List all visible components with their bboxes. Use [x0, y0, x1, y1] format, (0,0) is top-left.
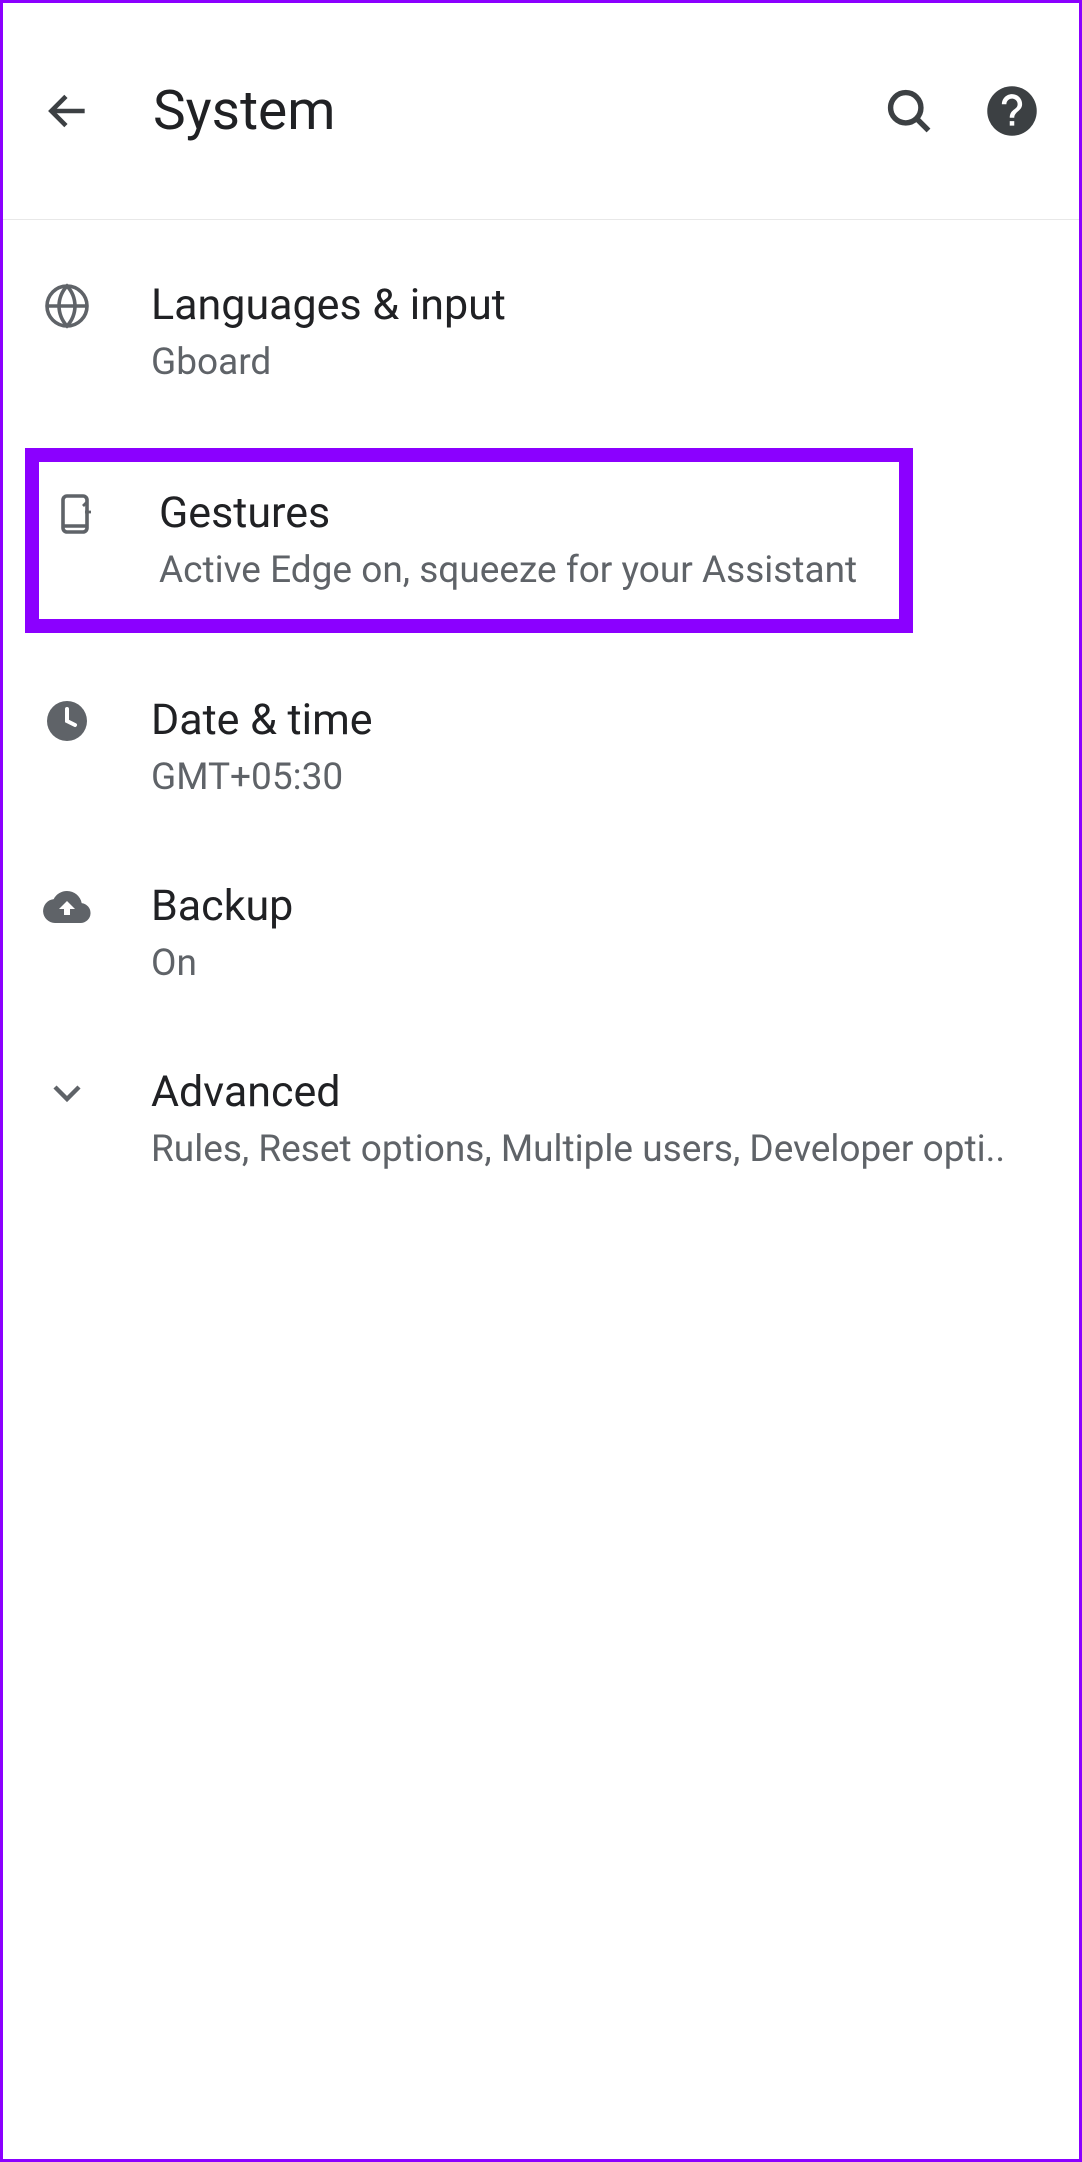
clock-icon	[43, 697, 91, 745]
chevron-down-icon	[43, 1069, 91, 1117]
globe-icon	[43, 282, 91, 330]
item-subtitle: On	[151, 937, 1039, 991]
phone-gesture-icon	[51, 490, 99, 538]
header-actions	[883, 84, 1039, 138]
item-title: Languages & input	[151, 276, 1039, 334]
list-item-languages[interactable]: Languages & input Gboard	[3, 240, 1079, 426]
item-title: Gestures	[159, 484, 887, 542]
item-subtitle: Gboard	[151, 336, 1039, 390]
item-subtitle: Active Edge on, squeeze for your Assista…	[159, 544, 887, 598]
list-item-backup[interactable]: Backup On	[3, 841, 1079, 1027]
item-subtitle: GMT+05:30	[151, 751, 1039, 805]
list-item-gestures[interactable]: Gestures Active Edge on, squeeze for you…	[25, 448, 913, 634]
list-item-advanced[interactable]: Advanced Rules, Reset options, Multiple …	[3, 1027, 1079, 1213]
item-title: Advanced	[151, 1063, 1039, 1121]
cloud-upload-icon	[43, 883, 91, 931]
help-icon[interactable]	[985, 84, 1039, 138]
back-icon[interactable]	[43, 86, 93, 136]
settings-list: Languages & input Gboard Gestures Active…	[3, 220, 1079, 1212]
list-item-date-time[interactable]: Date & time GMT+05:30	[3, 655, 1079, 841]
item-title: Date & time	[151, 691, 1039, 749]
item-title: Backup	[151, 877, 1039, 935]
page-title: System	[153, 79, 883, 143]
item-subtitle: Rules, Reset options, Multiple users, De…	[151, 1123, 1039, 1177]
search-icon[interactable]	[883, 85, 935, 137]
header: System	[3, 3, 1079, 220]
